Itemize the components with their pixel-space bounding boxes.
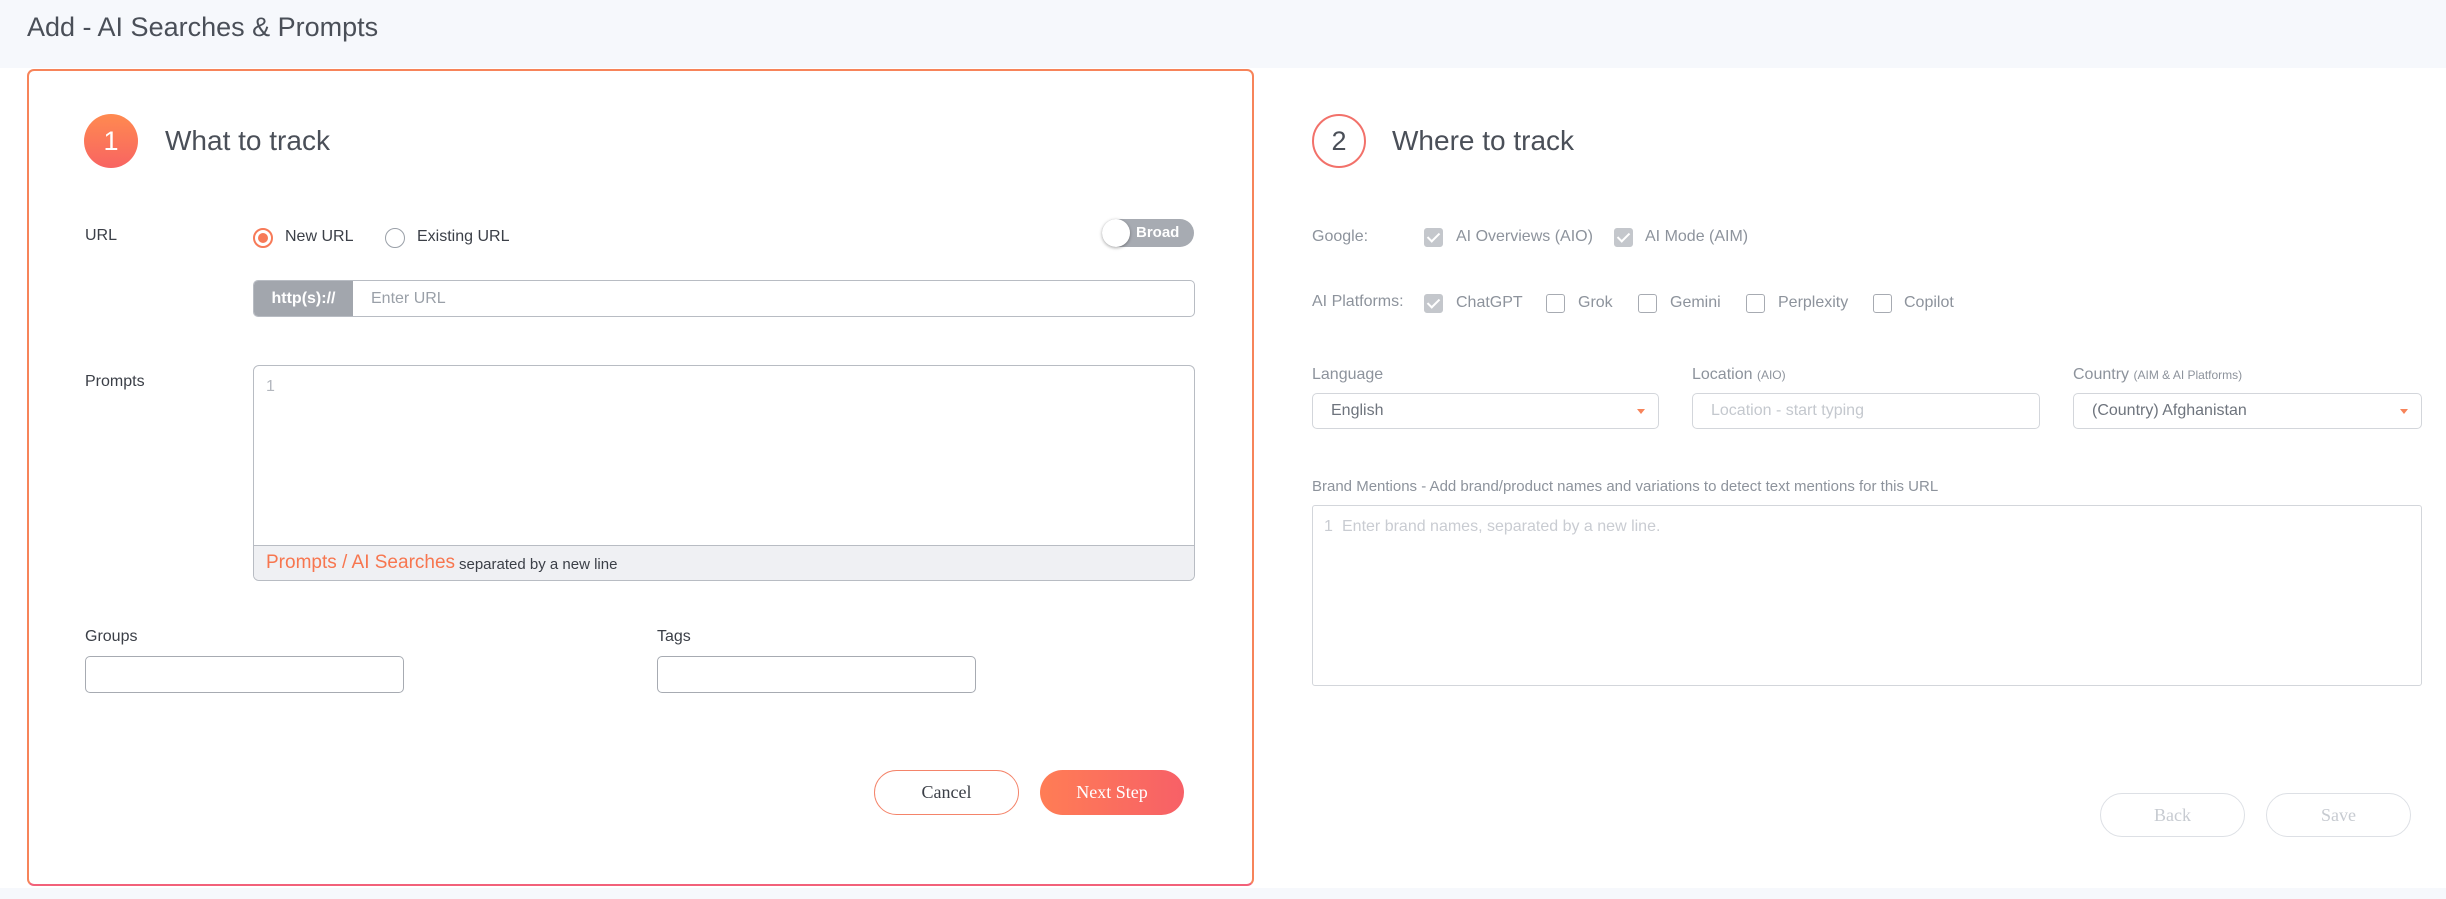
groups-label: Groups — [85, 628, 138, 645]
grok-label[interactable]: Grok — [1578, 294, 1613, 312]
prompts-footer-accent: Prompts / AI Searches — [266, 552, 456, 573]
location-label-text: Location — [1692, 366, 1753, 383]
aim-checkbox[interactable] — [1614, 228, 1633, 247]
perplexity-label[interactable]: Perplexity — [1778, 294, 1848, 312]
prompts-textarea[interactable]: 1 Prompts / AI Searches separated by a n… — [253, 365, 1195, 581]
url-input[interactable] — [353, 281, 1193, 316]
copilot-checkbox[interactable] — [1873, 294, 1892, 313]
gemini-checkbox[interactable] — [1638, 294, 1657, 313]
existing-url-radio[interactable] — [385, 228, 405, 248]
location-input[interactable] — [1692, 393, 2040, 429]
chevron-down-icon — [2400, 409, 2408, 414]
country-label-text: Country — [2073, 366, 2130, 383]
gemini-label[interactable]: Gemini — [1670, 294, 1721, 312]
brand-placeholder: Enter brand names, separated by a new li… — [1342, 518, 1661, 535]
url-input-group: http(s):// — [253, 280, 1195, 317]
prompts-line-number: 1 — [266, 378, 275, 395]
step2-number-badge: 2 — [1312, 114, 1366, 168]
aio-label[interactable]: AI Overviews (AIO) — [1456, 228, 1593, 246]
ai-platforms-label: AI Platforms: — [1312, 293, 1404, 310]
country-select[interactable]: (Country) Afghanistan — [2073, 393, 2422, 429]
language-select[interactable]: English — [1312, 393, 1659, 429]
step1-number-badge: 1 — [84, 114, 138, 168]
grok-checkbox[interactable] — [1546, 294, 1565, 313]
tags-input[interactable] — [657, 656, 976, 693]
brand-mentions-label: Brand Mentions - Add brand/product names… — [1312, 478, 1939, 495]
toggle-knob — [1102, 219, 1130, 247]
url-protocol-prefix: http(s):// — [254, 281, 353, 316]
broad-toggle[interactable]: Broad — [1102, 219, 1194, 247]
country-value: (Country) Afghanistan — [2092, 402, 2247, 419]
step1-title: What to track — [165, 125, 330, 156]
url-label: URL — [85, 227, 118, 244]
google-label: Google: — [1312, 228, 1369, 245]
page-title: Add - AI Searches & Prompts — [27, 12, 379, 42]
prompts-footer: Prompts / AI Searches separated by a new… — [254, 545, 1194, 580]
broad-toggle-label: Broad — [1136, 224, 1180, 241]
tags-label: Tags — [657, 628, 691, 645]
back-button[interactable]: Back — [2100, 793, 2245, 837]
location-label: Location (AIO) — [1692, 366, 1786, 384]
language-label: Language — [1312, 366, 1384, 383]
aio-checkbox[interactable] — [1424, 228, 1443, 247]
brand-mentions-textarea[interactable]: 1 Enter brand names, separated by a new … — [1312, 505, 2422, 686]
existing-url-label[interactable]: Existing URL — [417, 228, 509, 246]
aim-label[interactable]: AI Mode (AIM) — [1645, 228, 1748, 246]
chatgpt-label[interactable]: ChatGPT — [1456, 294, 1523, 312]
copilot-label[interactable]: Copilot — [1904, 294, 1954, 312]
brand-line-number: 1 — [1324, 518, 1333, 535]
chevron-down-icon — [1637, 409, 1645, 414]
prompts-label: Prompts — [85, 373, 145, 390]
next-step-button[interactable]: Next Step — [1040, 770, 1184, 815]
cancel-button[interactable]: Cancel — [874, 770, 1019, 815]
chatgpt-checkbox[interactable] — [1424, 294, 1443, 313]
perplexity-checkbox[interactable] — [1746, 294, 1765, 313]
step2-title: Where to track — [1392, 125, 1575, 156]
location-sublabel: (AIO) — [1756, 368, 1786, 382]
save-button[interactable]: Save — [2266, 793, 2411, 837]
country-label: Country (AIM & AI Platforms) — [2073, 366, 2242, 384]
country-sublabel: (AIM & AI Platforms) — [2133, 368, 2243, 382]
new-url-radio[interactable] — [253, 228, 273, 248]
groups-input[interactable] — [85, 656, 404, 693]
language-value: English — [1331, 402, 1384, 419]
prompts-footer-hint: separated by a new line — [459, 556, 618, 573]
new-url-label[interactable]: New URL — [285, 228, 353, 246]
